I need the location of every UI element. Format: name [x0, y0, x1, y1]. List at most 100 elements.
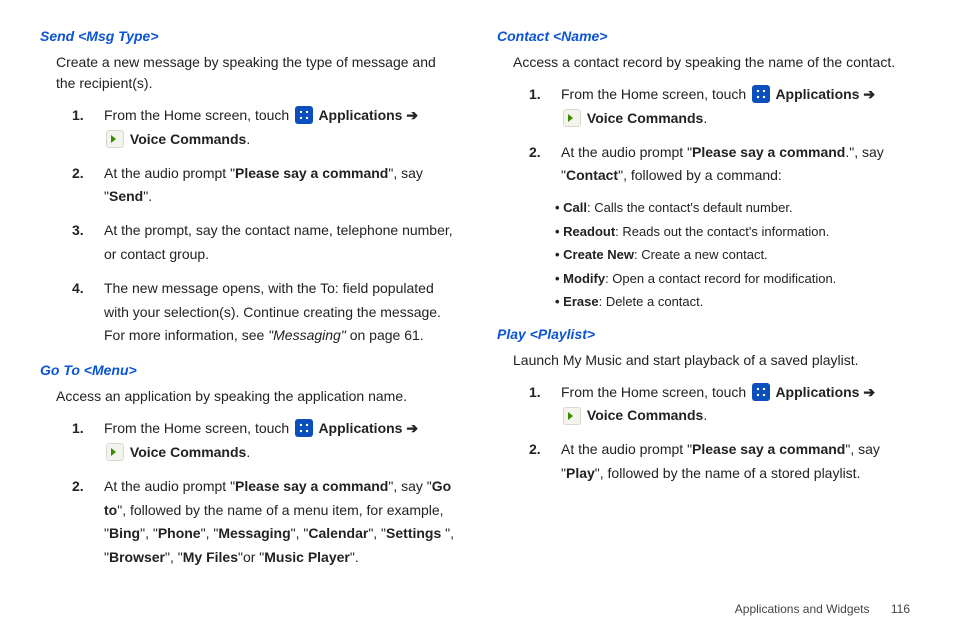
text: on page 61. [346, 327, 424, 343]
text: ". [143, 188, 152, 204]
text: ", " [368, 525, 386, 541]
text: At the audio prompt " [104, 165, 235, 181]
goto-step-2: 2. At the audio prompt "Please say a com… [80, 475, 457, 570]
section-goto: Go To <Menu> Access an application by sp… [40, 362, 457, 570]
text: At the audio prompt " [104, 478, 235, 494]
heading-send: Send <Msg Type> [40, 28, 457, 44]
text: ", followed by a command: [618, 167, 782, 183]
text: ", " [140, 525, 158, 541]
send-step-1: 1. From the Home screen, touch Applicati… [80, 104, 457, 152]
lead-contact: Access a contact record by speaking the … [513, 52, 914, 73]
bold: Contact [566, 167, 618, 183]
nuance-icon [106, 130, 124, 148]
nuance-icon [563, 407, 581, 425]
bold: Bing [109, 525, 140, 541]
text: . [246, 444, 250, 460]
text: . [703, 110, 707, 126]
voice-commands-label: Voice Commands [583, 110, 703, 126]
lead-send: Create a new message by speaking the typ… [56, 52, 457, 94]
bold: My Files [183, 549, 238, 565]
text: : Delete a contact. [599, 294, 704, 309]
applications-label: Applications ➔ [315, 107, 418, 123]
bold: Play [566, 465, 595, 481]
bold: Browser [109, 549, 165, 565]
play-step-2: 2. At the audio prompt "Please say a com… [537, 438, 914, 486]
applications-label: Applications ➔ [315, 420, 418, 436]
text: ", say " [388, 478, 431, 494]
text: ", " [291, 525, 309, 541]
goto-step-1: 1. From the Home screen, touch Applicati… [80, 417, 457, 465]
text: : Calls the contact's default number. [587, 200, 793, 215]
steps-send: 1. From the Home screen, touch Applicati… [80, 104, 457, 348]
bold: Create New [563, 247, 634, 262]
steps-play: 1. From the Home screen, touch Applicati… [537, 381, 914, 486]
page-columns: Send <Msg Type> Create a new message by … [40, 28, 914, 584]
sub-create-new: Create New: Create a new contact. [555, 245, 914, 265]
text: : Reads out the contact's information. [615, 224, 829, 239]
right-column: Contact <Name> Access a contact record b… [497, 28, 914, 584]
sub-call: Call: Calls the contact's default number… [555, 198, 914, 218]
text: . [246, 131, 250, 147]
applications-label: Applications ➔ [772, 86, 875, 102]
voice-commands-label: Voice Commands [126, 444, 246, 460]
steps-goto: 1. From the Home screen, touch Applicati… [80, 417, 457, 570]
page-footer: Applications and Widgets 116 [735, 602, 910, 616]
text: From the Home screen, touch [561, 384, 750, 400]
bold: Call [563, 200, 587, 215]
text: From the Home screen, touch [104, 107, 293, 123]
heading-contact: Contact <Name> [497, 28, 914, 44]
text: ". [350, 549, 359, 565]
applications-icon [752, 383, 770, 401]
bold: Erase [563, 294, 598, 309]
section-contact: Contact <Name> Access a contact record b… [497, 28, 914, 312]
left-column: Send <Msg Type> Create a new message by … [40, 28, 457, 584]
text: ", " [165, 549, 183, 565]
sub-readout: Readout: Reads out the contact's informa… [555, 222, 914, 242]
text: : Open a contact record for modification… [605, 271, 836, 286]
contact-step-1: 1. From the Home screen, touch Applicati… [537, 83, 914, 131]
sub-modify: Modify: Open a contact record for modifi… [555, 269, 914, 289]
nuance-icon [563, 109, 581, 127]
applications-icon [295, 419, 313, 437]
bold: Calendar [308, 525, 368, 541]
heading-play: Play <Playlist> [497, 326, 914, 342]
nuance-icon [106, 443, 124, 461]
text: ", followed by the name of a stored play… [595, 465, 861, 481]
heading-goto: Go To <Menu> [40, 362, 457, 378]
footer-section: Applications and Widgets [735, 602, 870, 616]
bold: Settings [386, 525, 445, 541]
bold: Readout [563, 224, 615, 239]
text: At the audio prompt " [561, 441, 692, 457]
text: At the prompt, say the contact name, tel… [104, 222, 453, 262]
bold: Please say a command [235, 165, 388, 181]
bold: Please say a command [235, 478, 388, 494]
section-send: Send <Msg Type> Create a new message by … [40, 28, 457, 348]
bold: Messaging [218, 525, 290, 541]
lead-play: Launch My Music and start playback of a … [513, 350, 914, 371]
text: "or " [238, 549, 264, 565]
bold: Music Player [264, 549, 350, 565]
send-step-2: 2. At the audio prompt "Please say a com… [80, 162, 457, 210]
bold: Modify [563, 271, 605, 286]
steps-contact: 1. From the Home screen, touch Applicati… [537, 83, 914, 188]
text: ", " [201, 525, 219, 541]
bold: Phone [158, 525, 201, 541]
text: : Create a new contact. [634, 247, 768, 262]
applications-icon [752, 85, 770, 103]
text: From the Home screen, touch [561, 86, 750, 102]
sub-erase: Erase: Delete a contact. [555, 292, 914, 312]
page-number: 116 [891, 602, 910, 616]
text: . [703, 407, 707, 423]
bold: Send [109, 188, 143, 204]
text: From the Home screen, touch [104, 420, 293, 436]
contact-subcommands: Call: Calls the contact's default number… [555, 198, 914, 312]
bold: Please say a command [692, 441, 845, 457]
send-step-4: 4. The new message opens, with the To: f… [80, 277, 457, 348]
text: At the audio prompt " [561, 144, 692, 160]
voice-commands-label: Voice Commands [583, 407, 703, 423]
reference-italic: "Messaging" [268, 327, 346, 343]
bold: Please say a command [692, 144, 845, 160]
applications-icon [295, 106, 313, 124]
contact-step-2: 2. At the audio prompt "Please say a com… [537, 141, 914, 189]
send-step-3: 3. At the prompt, say the contact name, … [80, 219, 457, 267]
